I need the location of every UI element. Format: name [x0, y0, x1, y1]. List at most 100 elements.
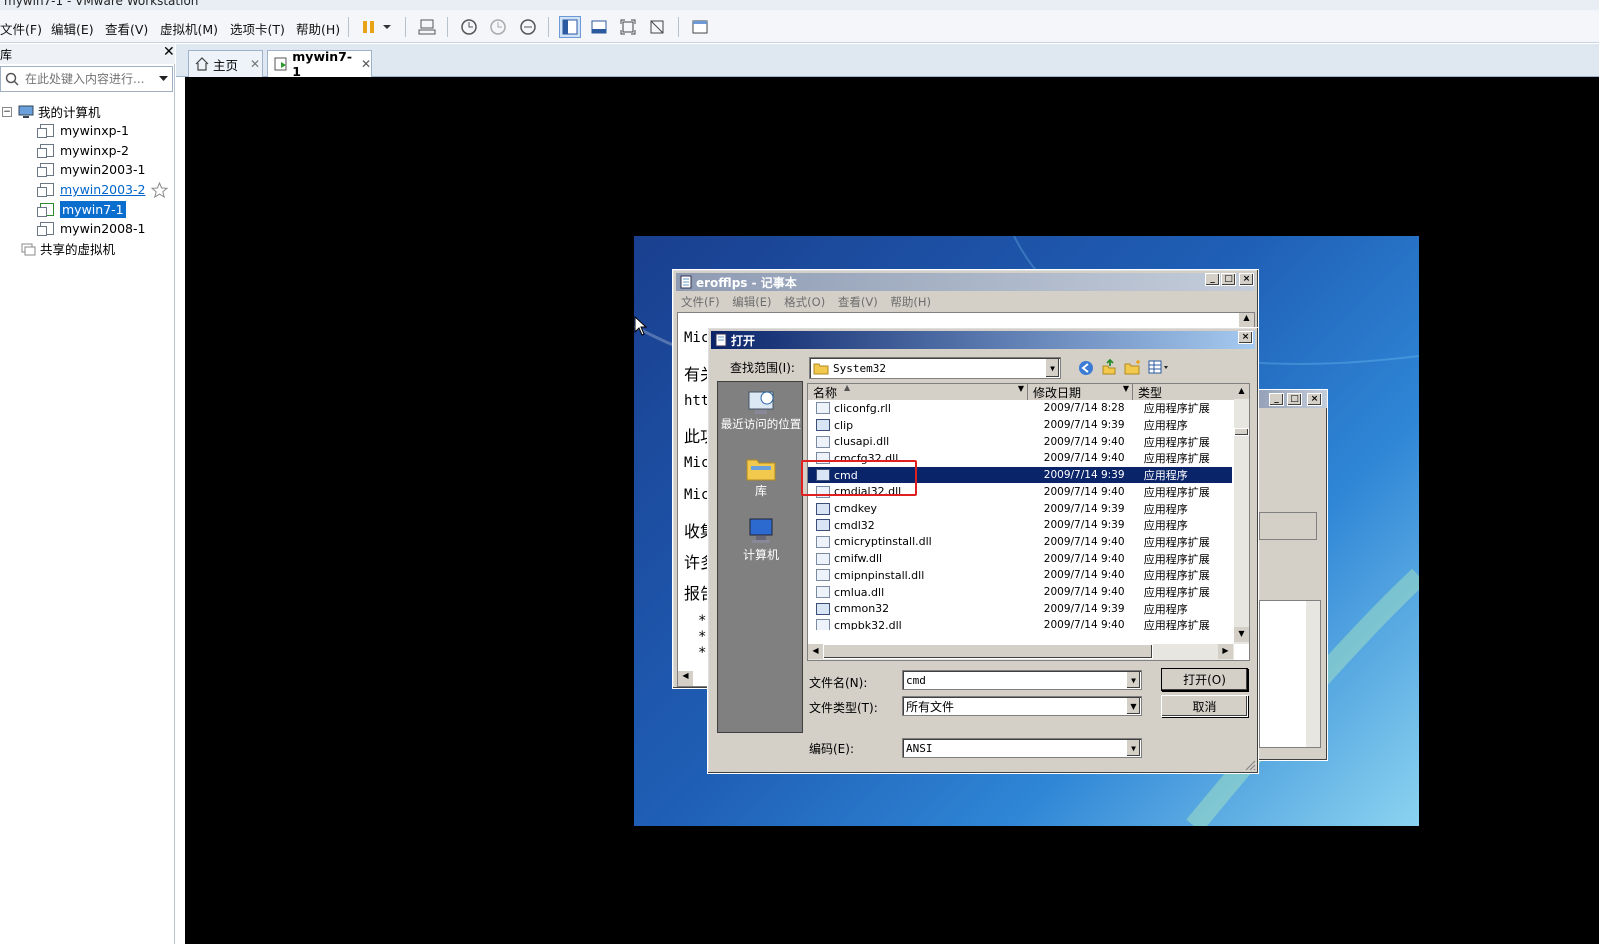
back-icon[interactable]	[1078, 360, 1094, 376]
menu-file[interactable]: 文件(F)	[0, 19, 42, 38]
guest-desktop[interactable]: _ □ × erofflps - 记事本 _ □ × 文件(F) 编辑(E) 格…	[634, 236, 1419, 826]
scroll-right-icon[interactable]: ▶	[1218, 644, 1233, 659]
file-row[interactable]: clip 2009/7/14 9:39 应用程序	[808, 417, 1232, 434]
send-keys-icon[interactable]	[416, 16, 438, 38]
column-date[interactable]: 修改日期 ▼	[1028, 384, 1133, 400]
maximize-icon[interactable]: □	[1287, 393, 1302, 406]
tree-vm-item[interactable]: mywin2003-2	[37, 180, 145, 199]
background-window[interactable]: _ □ ×	[1248, 389, 1328, 761]
notepad-menu-file[interactable]: 文件(F)	[681, 295, 720, 309]
notepad-menu-help[interactable]: 帮助(H)	[890, 295, 931, 309]
cancel-button[interactable]: 取消	[1161, 695, 1248, 717]
show-library-icon[interactable]	[559, 16, 581, 38]
menu-vm[interactable]: 虚拟机(M)	[160, 19, 218, 38]
tree-shared-vms[interactable]: 共享的虚拟机	[20, 239, 115, 258]
column-name[interactable]: 名称 ▲ ▼	[808, 383, 1028, 400]
scrollbar-thumb[interactable]	[823, 644, 1153, 659]
minimize-icon[interactable]: _	[1269, 393, 1284, 406]
up-folder-icon[interactable]	[1101, 358, 1117, 376]
place-libraries[interactable]: 库	[718, 454, 804, 499]
menu-help[interactable]: 帮助(H)	[296, 19, 340, 38]
filetype-value: 所有文件	[906, 699, 955, 714]
menu-tabs[interactable]: 选项卡(T)	[230, 19, 285, 38]
file-row[interactable]: cmpbk32.dll 2009/7/14 9:40 应用程序扩展	[808, 617, 1232, 630]
encoding-select[interactable]: ANSI ▼	[902, 738, 1142, 758]
lookin-select[interactable]: System32 ▼	[809, 357, 1061, 379]
close-icon[interactable]: ✕	[361, 57, 371, 71]
file-row[interactable]: cmicryptinstall.dll 2009/7/14 9:40 应用程序扩展	[808, 534, 1232, 551]
tab-home[interactable]: 主页 ✕	[188, 50, 263, 77]
notepad-menu-view[interactable]: 查看(V)	[838, 295, 878, 309]
scroll-left-icon[interactable]: ◀	[808, 644, 823, 659]
revert-snapshot-icon[interactable]	[487, 16, 509, 38]
menu-edit[interactable]: 编辑(E)	[51, 19, 94, 38]
library-search[interactable]	[0, 66, 173, 92]
chevron-down-icon[interactable]: ▼	[1126, 698, 1140, 714]
tree-vm-item[interactable]: mywinxp-2	[37, 141, 129, 160]
fullscreen-icon[interactable]	[617, 16, 639, 38]
console-view-icon[interactable]	[689, 16, 711, 38]
place-recent[interactable]: 最近访问的位置	[718, 388, 804, 430]
pause-icon[interactable]	[358, 16, 380, 38]
notepad-menu-edit[interactable]: 编辑(E)	[732, 295, 771, 309]
file-type: 应用程序扩展	[1143, 402, 1210, 416]
place-computer[interactable]: 计算机	[718, 516, 804, 563]
file-row[interactable]: cmifw.dll 2009/7/14 9:40 应用程序扩展	[808, 550, 1232, 567]
chevron-down-icon[interactable]: ▼	[1045, 359, 1059, 377]
chevron-down-icon[interactable]: ▼	[1126, 672, 1140, 688]
scrollbar-horizontal[interactable]: ◀ ▶	[808, 644, 1234, 660]
close-icon[interactable]: ✕	[250, 57, 260, 71]
scrollbar[interactable]	[1306, 601, 1320, 747]
chevron-down-icon[interactable]	[380, 16, 394, 38]
column-label: 修改日期	[1033, 386, 1082, 400]
scrollbar-thumb[interactable]	[1234, 428, 1249, 436]
close-icon[interactable]: ×	[1238, 331, 1253, 344]
view-menu-icon[interactable]	[1148, 359, 1170, 375]
column-type[interactable]: 类型	[1133, 384, 1234, 400]
search-input[interactable]	[25, 70, 149, 88]
minimize-icon[interactable]: _	[1205, 273, 1220, 286]
file-row[interactable]: cliconfg.rll 2009/7/14 8:28 应用程序扩展	[808, 400, 1232, 417]
file-row[interactable]: cmmon32 2009/7/14 9:39 应用程序	[808, 600, 1232, 617]
open-file-dialog[interactable]: 打开 × 查找范围(I): System32 ▼ 最近访问的位置 库 计算机 名…	[707, 327, 1259, 774]
chevron-down-icon[interactable]: ▼	[1018, 384, 1024, 393]
tab-mywin7-1[interactable]: mywin7-1 ✕	[267, 49, 372, 79]
filetype-select[interactable]: 所有文件 ▼	[902, 696, 1142, 716]
scroll-up-icon[interactable]: ▲	[1234, 384, 1249, 399]
menu-view[interactable]: 查看(V)	[105, 19, 148, 38]
chevron-down-icon[interactable]: ▼	[1123, 384, 1129, 393]
file-row[interactable]: cmipnpinstall.dll 2009/7/14 9:40 应用程序扩展	[808, 567, 1232, 584]
file-row[interactable]: cmdl32 2009/7/14 9:39 应用程序	[808, 517, 1232, 534]
file-row[interactable]: cmdkey 2009/7/14 9:39 应用程序	[808, 500, 1232, 517]
tree-vm-item[interactable]: mywinxp-1	[37, 121, 129, 140]
chevron-down-icon[interactable]: ▼	[1126, 740, 1140, 756]
chevron-down-icon[interactable]	[159, 76, 168, 82]
snapshot-manager-icon[interactable]	[517, 16, 539, 38]
tree-vm-item[interactable]: mywin2008-1	[37, 219, 145, 238]
new-folder-icon[interactable]	[1124, 359, 1142, 375]
close-icon[interactable]: ×	[1239, 273, 1254, 286]
unity-icon[interactable]	[646, 16, 668, 38]
notepad-menu-format[interactable]: 格式(O)	[784, 295, 825, 309]
tree-vm-item-selected[interactable]: mywin7-1	[37, 200, 126, 219]
filename-input[interactable]: cmd ▼	[902, 670, 1142, 690]
background-window-textarea[interactable]	[1259, 600, 1321, 748]
file-list[interactable]: 名称 ▲ ▼ 修改日期 ▼ 类型 cliconfg.rll 2009/7/14 8:28…	[807, 383, 1250, 661]
maximize-icon[interactable]: □	[1221, 273, 1236, 286]
open-button[interactable]: 打开(O)	[1161, 668, 1248, 691]
open-dialog-titlebar: 打开	[711, 331, 1255, 349]
scrollbar-vertical[interactable]: ▲ ▼	[1234, 384, 1249, 644]
scroll-down-icon[interactable]: ▼	[1234, 627, 1249, 642]
tree-vm-item[interactable]: mywin2003-1	[37, 160, 145, 179]
star-icon[interactable]	[151, 182, 168, 198]
scroll-left-icon[interactable]: ◀	[678, 671, 693, 686]
resize-grip-icon[interactable]	[1244, 759, 1256, 771]
close-icon[interactable]: ×	[1307, 393, 1322, 406]
snapshot-icon[interactable]	[458, 16, 480, 38]
tree-my-computer[interactable]: − 我的计算机	[2, 102, 101, 121]
close-icon[interactable]: ✕	[163, 44, 175, 60]
thumbnail-bar-icon[interactable]	[588, 16, 610, 38]
file-row[interactable]: clusapi.dll 2009/7/14 9:40 应用程序扩展	[808, 433, 1232, 450]
file-row[interactable]: cmlua.dll 2009/7/14 9:40 应用程序扩展	[808, 584, 1232, 601]
collapse-icon[interactable]: −	[2, 106, 12, 117]
